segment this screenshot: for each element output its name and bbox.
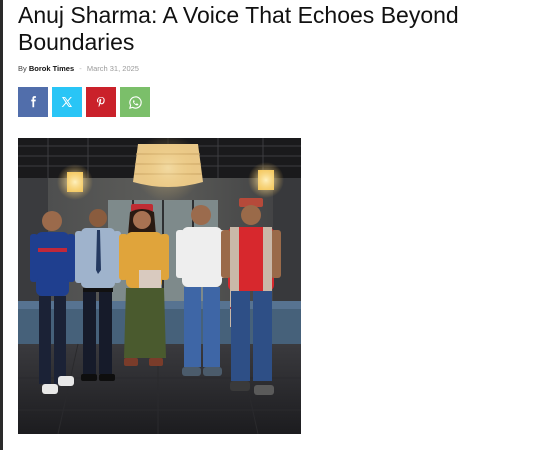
meta-separator: - (79, 64, 82, 73)
share-buttons (18, 87, 150, 117)
publish-date: March 31, 2025 (86, 64, 139, 73)
article-meta: By Borok Times - March 31, 2025 (18, 64, 139, 74)
share-pinterest-button[interactable] (86, 87, 116, 117)
left-edge-bar (0, 0, 3, 450)
group-photo (18, 138, 301, 434)
article-title: Anuj Sharma: A Voice That Echoes Beyond … (18, 2, 459, 55)
whatsapp-icon (128, 95, 142, 109)
pinterest-icon (97, 97, 105, 107)
author-link[interactable]: Borok Times (29, 64, 74, 73)
article-page: Anuj Sharma: A Voice That Echoes Beyond … (0, 0, 536, 450)
share-x-button[interactable] (52, 87, 82, 117)
article-featured-image (18, 138, 301, 434)
facebook-icon (31, 96, 36, 108)
share-whatsapp-button[interactable] (120, 87, 150, 117)
share-facebook-button[interactable] (18, 87, 48, 117)
by-label: By (18, 64, 27, 73)
x-icon (61, 97, 72, 107)
